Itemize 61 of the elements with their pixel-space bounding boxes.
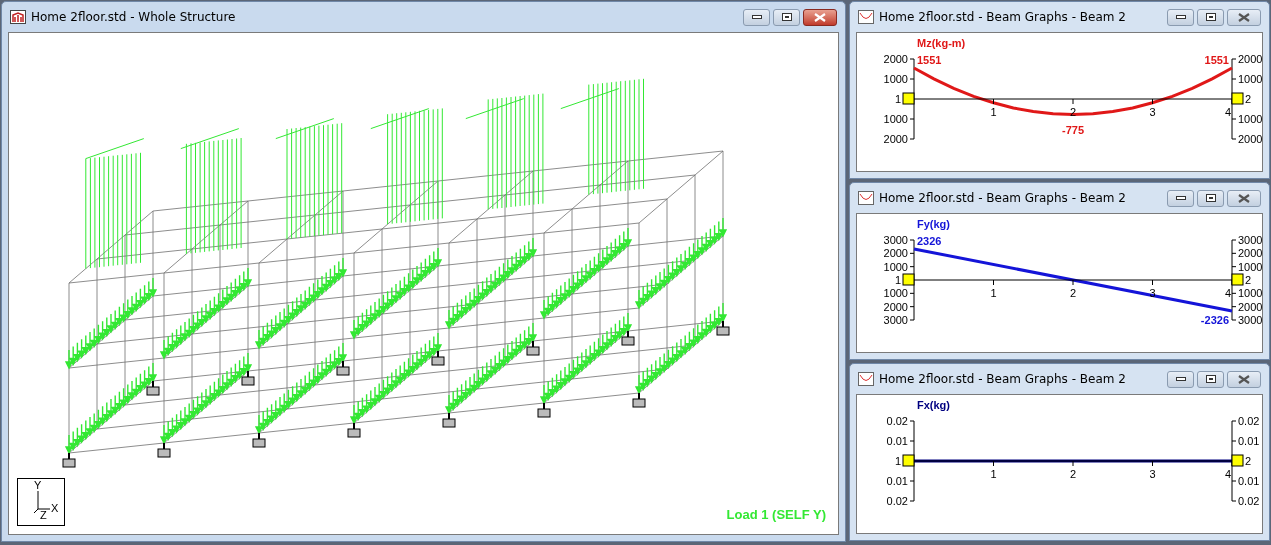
x-tick-label: 3	[1149, 287, 1156, 299]
data-label: 1551	[1204, 54, 1229, 66]
chart-title: Fx(kg)	[917, 399, 950, 411]
y-tick-label: 2000	[1238, 53, 1262, 65]
y-tick-label: 0.02	[1238, 415, 1260, 427]
x-tick-label: 3	[1149, 106, 1156, 118]
y-tick-label: 3000	[1238, 314, 1262, 326]
window-title: Home 2floor.std - Whole Structure	[31, 9, 236, 26]
y-tick-label: 2000	[883, 133, 908, 145]
x-tick-label: 1	[990, 468, 997, 480]
window-title: Home 2floor.std - Beam Graphs - Beam 2	[879, 190, 1126, 207]
y-tick-label: 0.02	[886, 495, 908, 507]
y-tick-label: 0.01	[886, 435, 908, 447]
y-tick-label: 2000	[1238, 133, 1262, 145]
y-tick-label: 2000	[883, 53, 908, 65]
x-tick-label: 2	[1069, 468, 1077, 480]
y-tick-label: 1000	[1238, 287, 1262, 300]
node-label: 1	[894, 274, 901, 286]
data-label: 2326	[917, 235, 942, 247]
node-label: 1	[894, 455, 901, 467]
y-tick-label: 1000	[883, 287, 908, 300]
data-label: -775	[1062, 123, 1084, 136]
y-tick-label: 3000	[1238, 234, 1262, 246]
node-label: 2	[1245, 274, 1252, 286]
window-title: Home 2floor.std - Beam Graphs - Beam 2	[879, 9, 1126, 26]
y-tick-label: 1000	[1238, 113, 1262, 125]
x-tick-label: 4	[1224, 287, 1231, 299]
data-label: -2326	[1200, 314, 1229, 326]
node-label: 2	[1245, 455, 1252, 467]
axis-label: Z	[40, 510, 47, 521]
y-tick-label: 1000	[883, 73, 908, 85]
y-tick-label: 2000	[1238, 300, 1262, 313]
chart-title: Fy(kg)	[917, 218, 950, 230]
y-tick-label: 0.02	[886, 415, 908, 427]
y-tick-label: 2000	[1238, 247, 1262, 260]
y-tick-label: 0.01	[1238, 435, 1260, 447]
y-tick-label: 2000	[883, 300, 908, 313]
node-label: 1	[894, 93, 901, 105]
x-tick-label: 1	[990, 106, 997, 118]
load-case-label: Load 1 (SELF Y)	[726, 505, 826, 524]
axis-label: Y	[34, 480, 42, 491]
y-tick-label: 0.01	[886, 475, 908, 487]
y-tick-label: 0.02	[1238, 495, 1260, 507]
window-title: Home 2floor.std - Beam Graphs - Beam 2	[879, 371, 1126, 388]
x-tick-label: 2	[1069, 287, 1077, 299]
y-tick-label: 3000	[883, 234, 908, 246]
y-tick-label: 3000	[883, 314, 908, 326]
y-tick-label: 1000	[883, 260, 908, 273]
x-tick-label: 1	[990, 287, 997, 299]
axis-label: X	[51, 503, 59, 514]
x-tick-label: 3	[1149, 468, 1156, 480]
x-tick-label: 4	[1224, 106, 1231, 118]
y-tick-label: 1000	[1238, 73, 1262, 85]
y-tick-label: 2000	[883, 247, 908, 260]
data-label: 1551	[917, 54, 942, 66]
x-tick-label: 4	[1224, 468, 1231, 480]
y-tick-label: 1000	[883, 113, 908, 125]
chart-title: Mz(kg-m)	[917, 37, 966, 49]
y-tick-label: 1000	[1238, 260, 1262, 273]
y-tick-label: 0.01	[1238, 475, 1260, 487]
node-label: 2	[1245, 93, 1252, 105]
